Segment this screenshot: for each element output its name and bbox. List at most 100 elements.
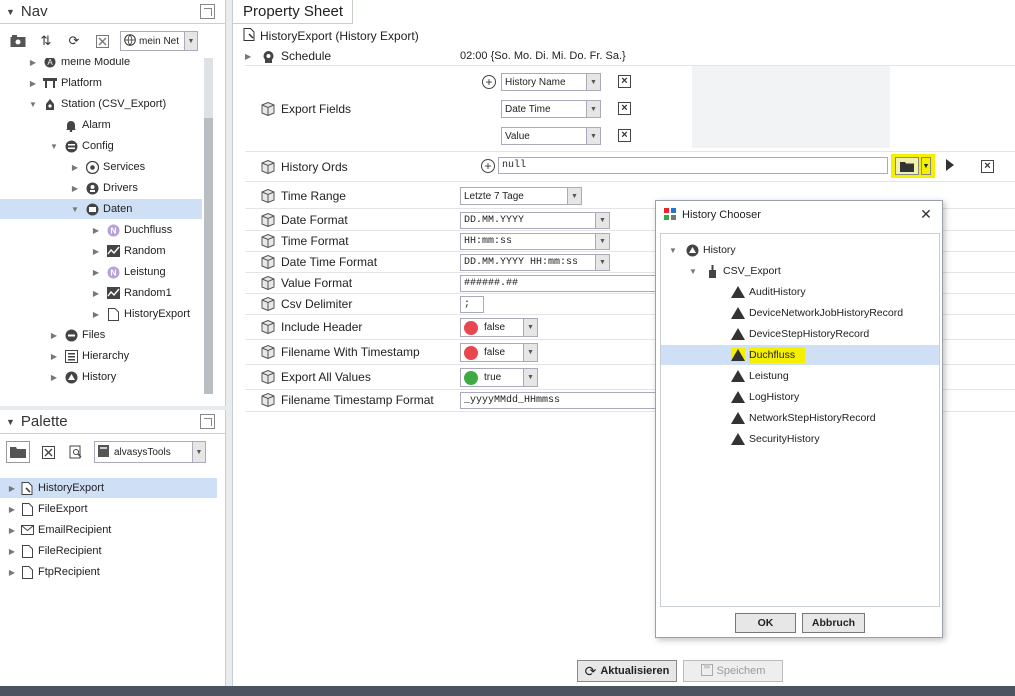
nav-scrollbar-thumb[interactable] — [204, 118, 213, 394]
history-item[interactable]: Leistung — [661, 366, 939, 386]
close-icon[interactable] — [92, 31, 112, 51]
nav-tree-item[interactable]: ▶ Random1 — [0, 283, 202, 303]
station-selector[interactable]: mein Net ▼ — [120, 31, 198, 51]
export-all-values-select[interactable]: true ▼ — [460, 368, 538, 387]
nav-tree-item[interactable]: ▶ Drivers — [0, 178, 202, 198]
find-icon[interactable] — [66, 442, 86, 462]
value-format-input[interactable]: ######.## — [460, 275, 660, 292]
palette-item[interactable]: ▶ HistoryExport — [0, 478, 217, 498]
expand-icon[interactable]: ▶ — [69, 163, 81, 172]
remove-field-icon[interactable]: × — [618, 129, 631, 142]
expand-icon[interactable]: ▶ — [90, 268, 102, 277]
time-format-input[interactable]: HH:mm:ss ▼ — [460, 233, 610, 250]
nav-tree-item[interactable]: ▶ HistoryExport — [0, 304, 202, 324]
history-item[interactable]: DeviceNetworkJobHistoryRecord — [661, 303, 939, 323]
maximize-icon[interactable] — [200, 414, 215, 429]
nav-tree-item[interactable]: ▶ Ameine Module — [0, 58, 202, 72]
nav-tree-item[interactable]: ▶ Platform — [0, 73, 202, 93]
nav-tree-item[interactable]: ▶ N Leistung — [0, 262, 202, 282]
refresh-icon[interactable]: ⟳ — [64, 31, 84, 51]
expand-icon[interactable]: ▶ — [6, 568, 18, 577]
time-range-select[interactable]: Letzte 7 Tage ▼ — [460, 187, 582, 205]
close-icon[interactable] — [38, 442, 58, 462]
expand-icon[interactable]: ▼ — [667, 246, 679, 255]
palette-item[interactable]: ▶ FileExport — [0, 499, 217, 519]
palette-module-selector[interactable]: alvasysTools ▼ — [94, 441, 206, 463]
nav-tree-item[interactable]: ▼ Daten — [0, 199, 202, 219]
expand-icon[interactable]: ▶ — [6, 526, 18, 535]
expand-icon[interactable]: ▶ — [48, 352, 60, 361]
history-ords-input[interactable]: null — [498, 157, 888, 174]
expand-icon[interactable]: ▶ — [6, 547, 18, 556]
history-tree-root[interactable]: ▼ History — [661, 240, 939, 260]
include-header-select[interactable]: false ▼ — [460, 318, 538, 337]
nav-tree-item[interactable]: ▶ History — [0, 367, 202, 387]
prop-date-format-label: Date Format — [281, 213, 348, 227]
history-tree-station[interactable]: ▼ CSV_Export — [661, 261, 939, 281]
expand-icon[interactable]: ▶ — [6, 484, 18, 493]
expand-icon[interactable]: ▶ — [48, 331, 60, 340]
history-item[interactable]: DeviceStepHistoryRecord — [661, 324, 939, 344]
filename-timestamp-format-input[interactable]: _yyyyMMdd_HHmmss — [460, 392, 660, 409]
save-button[interactable]: Speichem — [683, 660, 783, 682]
nav-tree-item[interactable]: ▶ Random — [0, 241, 202, 261]
ok-button[interactable]: OK — [735, 613, 796, 633]
expand-icon[interactable]: ▶ — [6, 505, 18, 514]
remove-ord-icon[interactable]: × — [981, 160, 994, 173]
nav-tree-item[interactable]: ▶ Files — [0, 325, 202, 345]
nav-tree-item[interactable]: ▶ N Duchfluss — [0, 220, 202, 240]
files-icon — [64, 328, 78, 342]
nav-tree-item[interactable]: ▼ Config — [0, 136, 202, 156]
history-chooser-button[interactable]: ▼ — [891, 154, 935, 178]
close-icon[interactable]: ✕ — [918, 206, 934, 222]
chevron-down-icon: ▼ — [586, 128, 600, 144]
maximize-icon[interactable] — [200, 4, 215, 19]
expand-icon[interactable]: ▶ — [48, 373, 60, 382]
history-item[interactable]: NetworkStepHistoryRecord — [661, 408, 939, 428]
nav-scrollbar[interactable] — [204, 58, 213, 394]
nav-tree-item[interactable]: ▶ Hierarchy — [0, 346, 202, 366]
export-field-select[interactable]: Value ▼ — [501, 127, 601, 145]
expand-icon[interactable]: ▶ — [90, 247, 102, 256]
nav-tree-item[interactable]: Alarm — [0, 115, 202, 135]
collapse-icon[interactable]: ▼ — [6, 417, 15, 427]
open-folder-icon[interactable] — [6, 441, 30, 463]
expand-icon[interactable]: ▶ — [69, 184, 81, 193]
expand-icon[interactable]: ▶ — [90, 289, 102, 298]
palette-item[interactable]: ▶ FileRecipient — [0, 541, 217, 561]
expand-icon[interactable]: ▼ — [27, 100, 39, 109]
history-item[interactable]: AuditHistory — [661, 282, 939, 302]
nav-tree-item[interactable]: ▶ Services — [0, 157, 202, 177]
csv-delimiter-input[interactable]: ; — [460, 296, 484, 313]
add-ord-icon[interactable]: + — [481, 159, 495, 173]
collapse-icon[interactable]: ▼ — [6, 7, 15, 17]
expand-icon[interactable]: ▶ — [27, 58, 39, 67]
expand-icon[interactable]: ▼ — [48, 142, 60, 151]
history-item[interactable]: LogHistory — [661, 387, 939, 407]
expand-icon[interactable]: ▶ — [90, 310, 102, 319]
sync-arrows-icon[interactable]: ⇅ — [36, 31, 56, 51]
play-icon[interactable] — [946, 159, 954, 171]
cancel-button[interactable]: Abbruch — [802, 613, 865, 633]
expand-icon[interactable]: ▼ — [69, 205, 81, 214]
filename-with-timestamp-select[interactable]: false ▼ — [460, 343, 538, 362]
new-tab-icon[interactable] — [8, 31, 28, 51]
date-time-format-input[interactable]: DD.MM.YYYY HH:mm:ss ▼ — [460, 254, 610, 271]
palette-item[interactable]: ▶ FtpRecipient — [0, 562, 217, 582]
expand-icon[interactable]: ▶ — [245, 52, 257, 61]
expand-icon[interactable]: ▼ — [687, 267, 699, 276]
palette-item[interactable]: ▶ EmailRecipient — [0, 520, 217, 540]
export-field-select[interactable]: Date Time ▼ — [501, 100, 601, 118]
history-item[interactable]: SecurityHistory — [661, 429, 939, 449]
tab-property-sheet[interactable]: Property Sheet — [233, 0, 353, 24]
add-field-icon[interactable]: + — [482, 75, 496, 89]
nav-tree-item[interactable]: ▼ Station (CSV_Export) — [0, 94, 202, 114]
history-item[interactable]: Duchfluss — [661, 345, 939, 365]
expand-icon[interactable]: ▶ — [90, 226, 102, 235]
expand-icon[interactable]: ▶ — [27, 79, 39, 88]
remove-field-icon[interactable]: × — [618, 75, 631, 88]
export-field-select[interactable]: History Name ▼ — [501, 73, 601, 91]
date-format-input[interactable]: DD.MM.YYYY ▼ — [460, 212, 610, 229]
remove-field-icon[interactable]: × — [618, 102, 631, 115]
refresh-button[interactable]: ⟳ Aktualisieren — [577, 660, 677, 682]
